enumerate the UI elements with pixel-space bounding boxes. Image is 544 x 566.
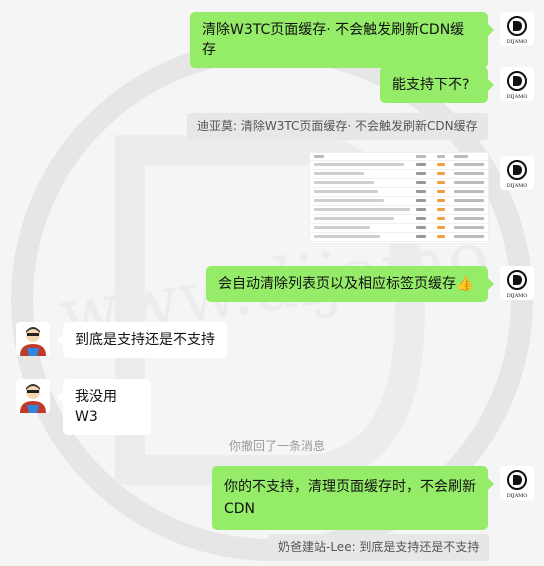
message-text: 到底是支持还是不支持 xyxy=(75,332,215,348)
svg-text:DIJAMO: DIJAMO xyxy=(507,183,528,189)
contact-avatar[interactable] xyxy=(16,322,50,356)
dijamo-logo-icon: DIJAMO xyxy=(500,466,534,500)
message-bubble-sent[interactable]: 能支持下不? xyxy=(380,67,494,103)
svg-text:DIJAMO: DIJAMO xyxy=(507,493,528,499)
image-message[interactable] xyxy=(309,152,489,244)
self-avatar[interactable]: DIJAMO xyxy=(500,466,534,500)
message-bubble-sent[interactable]: 清除W3TC页面缓存· 不会触发刷新CDN缓存 xyxy=(190,12,494,68)
dijamo-logo-icon: DIJAMO xyxy=(500,12,534,46)
cartoon-user-icon xyxy=(16,322,50,356)
message-bubble-sent[interactable]: 你的不支持，清理页面缓存时，不会刷新CDN xyxy=(212,466,494,530)
dijamo-logo-icon: DIJAMO xyxy=(500,156,534,190)
message-text: 会自动清除列表页以及相应标签页缓存👍 xyxy=(218,276,474,292)
self-avatar[interactable]: DIJAMO xyxy=(500,156,534,190)
dijamo-logo-icon: DIJAMO xyxy=(500,67,534,101)
self-avatar[interactable]: DIJAMO xyxy=(500,12,534,46)
contact-avatar[interactable] xyxy=(16,379,50,413)
message-text: 能支持下不? xyxy=(392,77,470,93)
quoted-message[interactable]: 奶爸建站-Lee: 到底是支持还是不支持 xyxy=(268,534,490,561)
message-text: 清除W3TC页面缓存· 不会触发刷新CDN缓存 xyxy=(202,22,465,58)
quoted-text: 迪亚莫: 清除W3TC页面缓存· 不会触发刷新CDN缓存 xyxy=(197,119,478,133)
recall-notice: 你撤回了一条消息 xyxy=(229,439,326,453)
svg-text:DIJAMO: DIJAMO xyxy=(507,94,528,100)
dijamo-logo-icon: DIJAMO xyxy=(500,266,534,300)
message-bubble-received[interactable]: 到底是支持还是不支持 xyxy=(57,322,227,358)
message-bubble-received[interactable]: 我没用W3 xyxy=(57,379,151,435)
quoted-text: 奶爸建站-Lee: 到底是支持还是不支持 xyxy=(278,540,480,554)
self-avatar[interactable]: DIJAMO xyxy=(500,67,534,101)
self-avatar[interactable]: DIJAMO xyxy=(500,266,534,300)
message-bubble-sent[interactable]: 会自动清除列表页以及相应标签页缓存👍 xyxy=(206,266,494,302)
message-text: 我没用W3 xyxy=(75,389,117,425)
cartoon-user-icon xyxy=(16,379,50,413)
quoted-message[interactable]: 迪亚莫: 清除W3TC页面缓存· 不会触发刷新CDN缓存 xyxy=(187,113,488,140)
message-text: 你的不支持，清理页面缓存时，不会刷新CDN xyxy=(224,479,476,517)
svg-text:DIJAMO: DIJAMO xyxy=(507,293,528,299)
svg-text:DIJAMO: DIJAMO xyxy=(507,39,528,45)
